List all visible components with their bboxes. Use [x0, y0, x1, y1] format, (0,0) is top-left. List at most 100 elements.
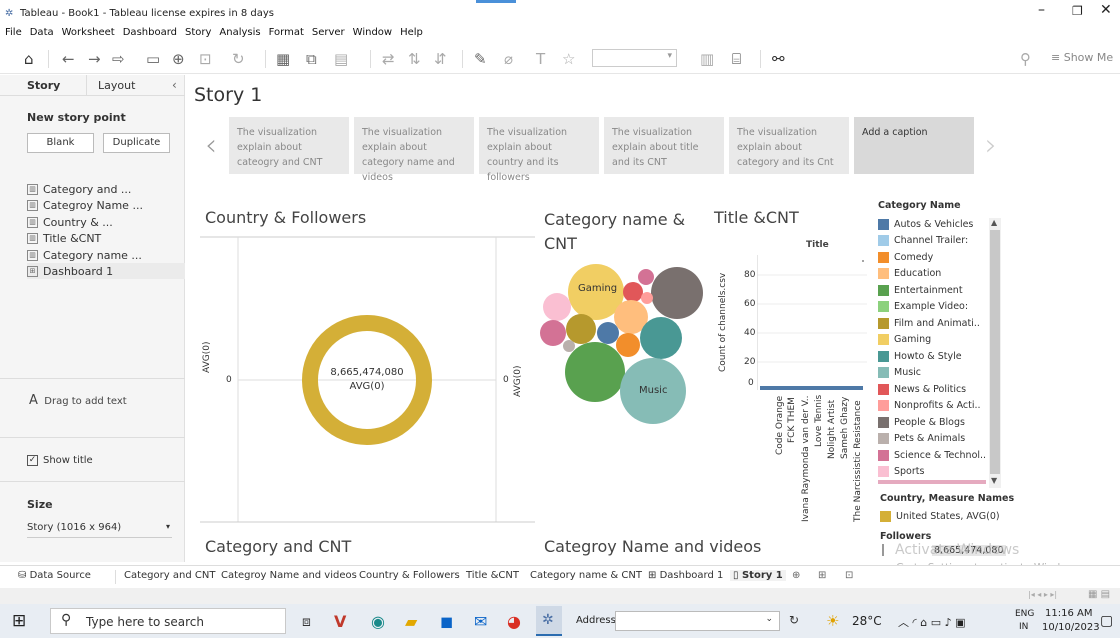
bar-row[interactable]: [760, 386, 863, 390]
sort-descending-icon[interactable]: ⇵: [434, 50, 447, 68]
tab-data-source[interactable]: ⛁ Data Source: [18, 570, 91, 581]
new-data-source-icon[interactable]: ⊕: [172, 50, 185, 68]
menu-worksheet[interactable]: Worksheet: [62, 27, 115, 38]
bubble[interactable]: [651, 267, 703, 319]
windows-start-icon[interactable]: ⊞: [12, 611, 26, 631]
redo-icon[interactable]: →: [88, 50, 101, 68]
presentation-mode-icon[interactable]: ⌸: [732, 50, 741, 68]
pin-icon[interactable]: ⚲: [1020, 50, 1031, 68]
legend-scroll-thumb[interactable]: [990, 230, 1000, 474]
bubble[interactable]: [566, 314, 596, 344]
restore-icon[interactable]: ❐: [1072, 4, 1083, 18]
sheet-list-item[interactable]: ▥ Categroy Name ...: [27, 197, 143, 213]
collapse-panel-icon[interactable]: ‹: [172, 78, 177, 92]
menu-help[interactable]: Help: [400, 27, 423, 38]
menu-file[interactable]: File: [5, 27, 22, 38]
menu-server[interactable]: Server: [312, 27, 345, 38]
sheet-list-item[interactable]: ⊞ Dashboard 1: [27, 263, 185, 279]
sheet-list-item[interactable]: ▥ Country & ...: [27, 214, 113, 230]
sheet-navigation-icon[interactable]: |◂ ◂ ▸ ▸|: [1028, 590, 1057, 599]
sheet-list-item[interactable]: ▥ Title &CNT: [27, 230, 101, 246]
new-worksheet-icon[interactable]: ▦: [276, 50, 290, 68]
clock-date[interactable]: 10/10/2023: [1042, 622, 1100, 633]
bubble[interactable]: [543, 293, 571, 321]
story-next-arrow-icon[interactable]: ›: [985, 128, 997, 163]
blank-button[interactable]: Blank: [27, 133, 94, 153]
tab-country-followers[interactable]: Country & Followers: [359, 570, 460, 581]
menu-dashboard[interactable]: Dashboard: [123, 27, 177, 38]
story-point-2[interactable]: The visualization explain about category…: [354, 117, 474, 183]
show-me-button[interactable]: ≡ Show Me: [1051, 51, 1113, 64]
file-explorer-icon[interactable]: ▰: [405, 612, 417, 631]
lang-in[interactable]: IN: [1019, 622, 1028, 632]
fix-axes-icon[interactable]: ☆: [562, 50, 575, 68]
swap-icon[interactable]: ⇄: [382, 50, 395, 68]
notification-icon[interactable]: ▢: [1100, 613, 1113, 629]
country-legend-item[interactable]: United States, AVG(0): [880, 508, 1000, 525]
home-icon[interactable]: ⌂: [24, 50, 34, 68]
clock-time[interactable]: 11:16 AM: [1045, 608, 1092, 619]
sheet-list-item[interactable]: ▥ Category and ...: [27, 181, 131, 197]
sort-ascending-icon[interactable]: ⇅: [408, 50, 421, 68]
share-icon[interactable]: ⚯: [772, 50, 785, 68]
tab-layout[interactable]: Layout: [98, 79, 135, 92]
undo-icon[interactable]: ←: [62, 50, 75, 68]
bubble[interactable]: [638, 269, 654, 285]
fit-dropdown[interactable]: ▾: [592, 49, 677, 67]
legend-scrollbar[interactable]: ▲ ▼: [989, 218, 1001, 488]
menu-window[interactable]: Window: [353, 27, 392, 38]
taskbar-search-box[interactable]: ⚲ Type here to search: [50, 608, 286, 634]
story-point-5[interactable]: The visualization explain about category…: [729, 117, 849, 174]
weather-icon[interactable]: ☀: [826, 612, 839, 630]
duplicate-button[interactable]: Duplicate: [103, 133, 170, 153]
refresh-address-icon[interactable]: ↻: [789, 613, 799, 627]
lang-eng[interactable]: ENG: [1015, 609, 1034, 619]
labels-icon[interactable]: T: [536, 50, 545, 68]
show-cards-icon[interactable]: ▥: [700, 50, 714, 68]
tab-story[interactable]: Story: [27, 79, 60, 92]
bubble[interactable]: [565, 342, 625, 402]
chrome-icon[interactable]: ◕: [507, 612, 521, 631]
minimize-icon[interactable]: –: [1038, 2, 1045, 18]
refresh-icon[interactable]: ↻: [232, 50, 245, 68]
menu-data[interactable]: Data: [30, 27, 54, 38]
story-point-3[interactable]: The visualization explain about country …: [479, 117, 599, 183]
menu-format[interactable]: Format: [269, 27, 304, 38]
save-icon[interactable]: ▭: [146, 50, 160, 68]
close-icon[interactable]: ✕: [1100, 2, 1112, 18]
task-view-icon[interactable]: ⧈: [302, 614, 311, 630]
scroll-down-icon[interactable]: ▼: [991, 476, 997, 485]
store-icon[interactable]: ◼: [440, 612, 453, 631]
edge-browser-icon[interactable]: ◉: [371, 612, 385, 631]
menu-story[interactable]: Story: [185, 27, 211, 38]
bubble[interactable]: [641, 292, 653, 304]
bubble[interactable]: [640, 317, 682, 359]
tab-category-and-cnt[interactable]: Category and CNT: [124, 570, 215, 581]
bubble[interactable]: [616, 333, 640, 357]
address-input[interactable]: ⌄: [615, 611, 780, 631]
menu-analysis[interactable]: Analysis: [219, 27, 260, 38]
bubble[interactable]: [597, 322, 619, 344]
highlight-icon[interactable]: ✎: [474, 50, 487, 68]
new-worksheet-tab-icon[interactable]: ⊕: [792, 570, 800, 581]
tab-categroy-name-and-videos[interactable]: Categroy Name and videos: [221, 570, 357, 581]
bubble[interactable]: [623, 282, 643, 302]
tray-icons[interactable]: ︿ ◜ ⌂ ▭ ♪ ▣: [898, 614, 966, 630]
show-title-checkbox[interactable]: ✓ Show title: [27, 455, 93, 466]
new-dashboard-tab-icon[interactable]: ⊞: [818, 570, 826, 581]
drag-to-add-text[interactable]: A Drag to add text: [29, 393, 127, 408]
scroll-up-icon[interactable]: ▲: [991, 218, 997, 227]
tab-category-name-cnt[interactable]: Category name & CNT: [530, 570, 642, 581]
story-point-4[interactable]: The visualization explain about title an…: [604, 117, 724, 174]
clear-sheet-icon[interactable]: ▤: [334, 50, 348, 68]
bubble[interactable]: [540, 320, 566, 346]
story-point-active[interactable]: Add a caption: [854, 117, 974, 174]
story-prev-arrow-icon[interactable]: ‹: [205, 128, 217, 163]
tab-dashboard-1[interactable]: ⊞ Dashboard 1: [648, 570, 723, 581]
tab-title-cnt[interactable]: Title &CNT: [466, 570, 519, 581]
replay-icon[interactable]: ⇨: [112, 50, 125, 68]
grid-view-icon[interactable]: ▦ ▤: [1088, 589, 1110, 600]
sheet-list-item[interactable]: ▥ Category name ...: [27, 247, 142, 263]
group-icon[interactable]: ⌀: [504, 50, 513, 68]
bubble[interactable]: [563, 340, 575, 352]
